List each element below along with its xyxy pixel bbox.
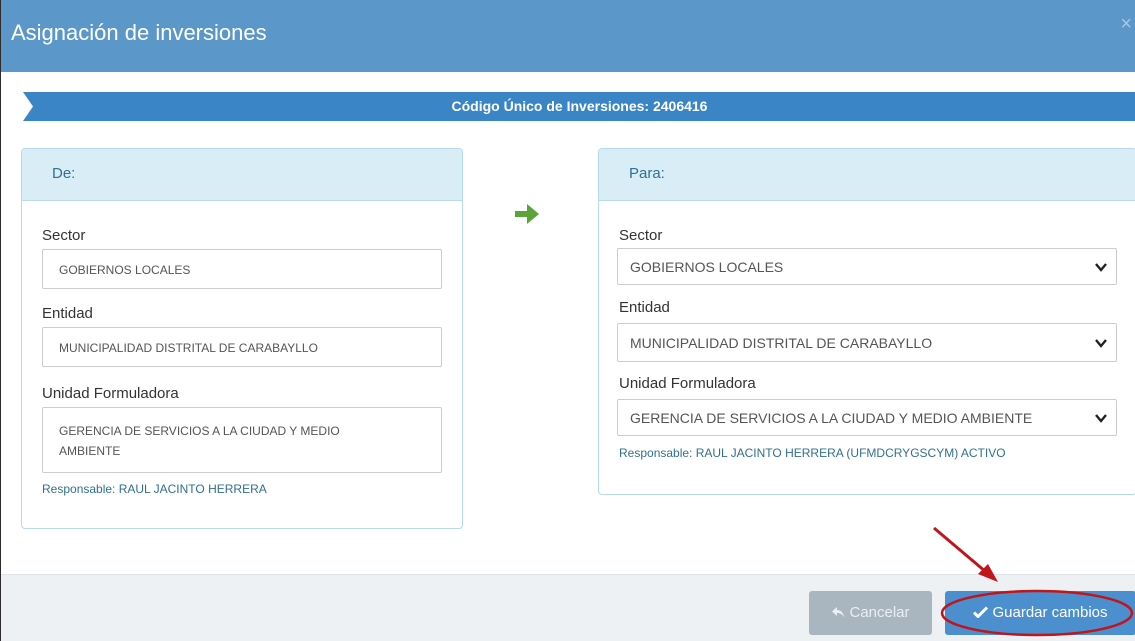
modal-header: Asignación de inversiones ×: [1, 0, 1135, 72]
chevron-down-icon: [1092, 400, 1108, 435]
chevron-down-icon: [1094, 324, 1108, 361]
cui-code-text: Código Único de Inversiones: 2406416: [451, 98, 708, 114]
cui-banner: Código Único de Inversiones: 2406416: [23, 92, 1135, 121]
from-panel: De: Sector GOBIERNOS LOCALES Entidad MUN…: [21, 148, 463, 529]
annotation-arrow: [933, 526, 998, 582]
to-unidad-value: GERENCIA DE SERVICIOS A LA CIUDAD Y MEDI…: [630, 410, 1033, 426]
cancel-button[interactable]: Cancelar: [809, 591, 932, 635]
to-entidad-select[interactable]: MUNICIPALIDAD DISTRITAL DE CARABAYLLO: [617, 323, 1117, 362]
from-unidad-value-line1: GERENCIA DE SERVICIOS A LA CIUDAD Y MEDI…: [59, 424, 340, 438]
from-sector-label: Sector: [42, 227, 86, 244]
modal-title: Asignación de inversiones: [11, 20, 267, 45]
to-sector-select[interactable]: GOBIERNOS LOCALES: [617, 248, 1117, 285]
from-panel-heading: De:: [22, 149, 462, 201]
to-unidad-label: Unidad Formuladora: [619, 375, 756, 392]
from-sector-field: GOBIERNOS LOCALES: [42, 249, 442, 289]
modal-body: Código Único de Inversiones: 2406416 De:…: [1, 72, 1135, 574]
reply-icon: [832, 607, 845, 617]
to-sector-value: GOBIERNOS LOCALES: [630, 259, 784, 275]
to-unidad-select[interactable]: GERENCIA DE SERVICIOS A LA CIUDAD Y MEDI…: [617, 399, 1117, 436]
from-unidad-field: GERENCIA DE SERVICIOS A LA CIUDAD Y MEDI…: [42, 407, 442, 473]
from-unidad-value-line2: AMBIENTE: [59, 444, 121, 458]
to-entidad-value: MUNICIPALIDAD DISTRITAL DE CARABAYLLO: [630, 335, 933, 351]
close-icon[interactable]: ×: [1120, 14, 1132, 34]
from-responsable: Responsable: RAUL JACINTO HERRERA: [42, 482, 267, 496]
arrow-right-icon: [515, 204, 539, 224]
to-panel-heading: Para:: [599, 149, 1135, 201]
to-panel: Para: Sector GOBIERNOS LOCALES Entidad M…: [598, 148, 1135, 495]
from-entidad-value: MUNICIPALIDAD DISTRITAL DE CARABAYLLO: [59, 341, 318, 355]
chevron-down-icon: [1094, 249, 1108, 284]
from-sector-value: GOBIERNOS LOCALES: [59, 263, 191, 277]
to-entidad-label: Entidad: [619, 299, 670, 316]
annotation-ellipse: [940, 589, 1134, 637]
from-entidad-field: MUNICIPALIDAD DISTRITAL DE CARABAYLLO: [42, 327, 442, 367]
from-unidad-label: Unidad Formuladora: [42, 385, 179, 402]
to-responsable: Responsable: RAUL JACINTO HERRERA (UFMDC…: [619, 446, 1006, 460]
cancel-label: Cancelar: [849, 604, 910, 621]
from-entidad-label: Entidad: [42, 305, 93, 322]
to-sector-label: Sector: [619, 227, 663, 244]
